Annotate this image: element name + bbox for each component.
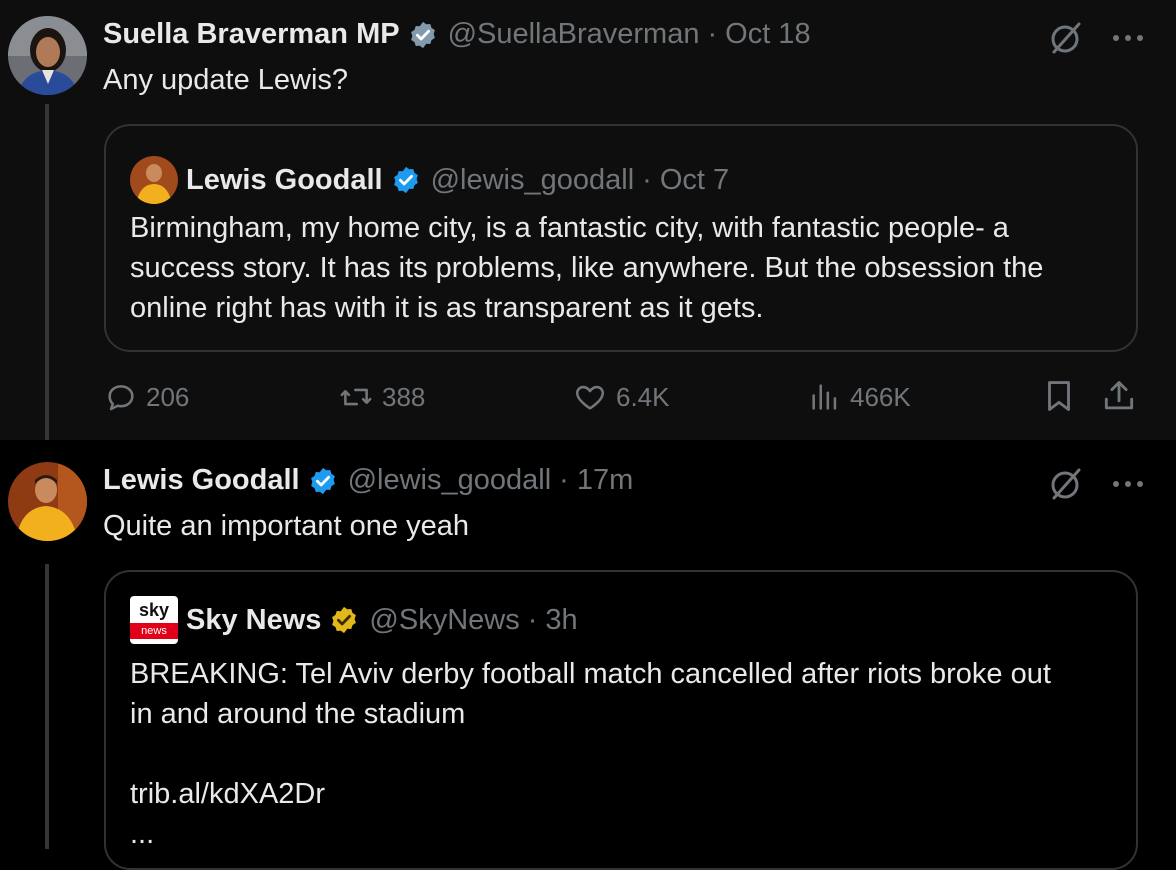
thread-line [45,104,49,440]
views-icon [812,384,837,410]
quote-header: sky news Sky News @SkyNews · 3h [130,596,578,644]
quote-author-handle[interactable]: @SkyNews [369,604,519,637]
tweet-top-icons [1046,464,1146,504]
tweet-text: Quite an important one yeah [103,510,469,542]
tweet-lewis[interactable]: Lewis Goodall @lewis_goodall · 17m Quite… [0,440,1176,870]
sky-logo-text: sky [138,600,170,620]
avatar-lewis-small[interactable] [130,156,178,204]
tweet-top-icons [1046,18,1146,58]
verified-badge-gold-icon [332,606,357,634]
quote-timestamp[interactable]: Oct 7 [660,164,729,197]
thread-line [45,564,49,849]
action-bar: 206 388 6.4K 466K [104,372,1144,424]
like-button[interactable]: 6.4K [572,380,670,414]
tweet-text: Any update Lewis? [103,64,349,96]
like-count: 6.4K [616,381,670,412]
share-icon[interactable] [1100,376,1138,416]
author-name[interactable]: Suella Braverman MP [103,18,400,51]
timestamp[interactable]: Oct 18 [725,18,810,51]
quote-author-handle[interactable]: @lewis_goodall [431,164,635,197]
quote-text-line: online right has with it is as transpare… [130,292,764,324]
sky-news-logo[interactable]: sky news [130,596,178,644]
reply-icon [108,385,134,411]
reply-button[interactable]: 206 [104,380,189,414]
news-logo-text: news [130,623,178,639]
author-handle[interactable]: @lewis_goodall [348,464,552,497]
separator-dot: · [707,18,718,50]
views-button[interactable]: 466K [808,380,911,414]
quoted-tweet[interactable]: Lewis Goodall @lewis_goodall · Oct 7 Bir… [104,124,1138,352]
grok-icon[interactable] [1046,18,1086,58]
author-name[interactable]: Lewis Goodall [103,464,300,497]
more-icon[interactable] [1110,479,1146,489]
separator-dot: · [527,603,538,636]
timestamp[interactable]: 17m [577,464,633,497]
quote-text-line: success story. It has its problems, like… [130,252,1044,284]
tweet-header: Suella Braverman MP @SuellaBraverman · O… [103,18,811,51]
separator-dot: · [642,163,652,196]
like-icon [575,385,605,410]
verified-badge-icon [410,21,435,48]
more-icon[interactable] [1110,33,1146,43]
repost-button[interactable]: 388 [338,380,425,414]
repost-icon [340,388,372,406]
quoted-tweet[interactable]: sky news Sky News @SkyNews · 3h BREAKING… [104,570,1138,870]
reply-count: 206 [146,381,190,412]
verified-badge-blue-icon [393,166,418,194]
verified-badge-blue-icon [310,467,335,494]
tweet-suella[interactable]: Suella Braverman MP @SuellaBraverman · O… [0,0,1176,440]
avatar-lewis[interactable] [8,462,87,541]
quote-timestamp[interactable]: 3h [545,604,577,637]
bookmark-icon[interactable] [1040,376,1078,416]
separator-dot: · [559,464,569,496]
quote-link[interactable]: trib.al/kdXA2Dr [130,774,325,814]
author-handle[interactable]: @SuellaBraverman [448,18,700,51]
quote-text-line: BREAKING: Tel Aviv derby football match … [130,658,1051,690]
quote-header: Lewis Goodall @lewis_goodall · Oct 7 [130,156,729,204]
avatar-suella[interactable] [8,16,87,95]
tweet-header: Lewis Goodall @lewis_goodall · 17m [103,464,633,497]
quote-ellipsis: ... [130,818,155,850]
quote-author-name[interactable]: Lewis Goodall [186,164,383,197]
views-count: 466K [850,381,911,412]
repost-count: 388 [382,381,426,412]
quote-text-line: in and around the stadium [130,698,466,730]
quote-author-name[interactable]: Sky News [186,604,321,637]
grok-icon[interactable] [1046,464,1086,504]
quote-text-line: Birmingham, my home city, is a fantastic… [130,212,1009,244]
